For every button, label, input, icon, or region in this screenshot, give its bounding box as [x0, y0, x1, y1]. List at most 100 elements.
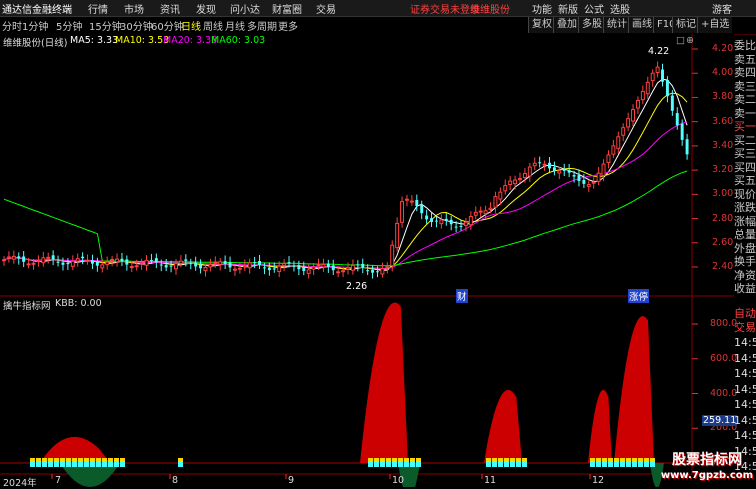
candle-body — [6, 256, 11, 259]
menu-market[interactable]: 市场 — [124, 1, 144, 16]
tab-monthly[interactable]: 月线 — [225, 18, 245, 33]
signal-block — [36, 458, 41, 462]
financial-event-badge[interactable]: 财 — [456, 289, 468, 303]
watermark-url: www.7gpzb.com — [660, 470, 754, 481]
signal-block — [386, 462, 391, 467]
signal-block — [608, 462, 613, 467]
signal-block — [48, 462, 53, 467]
tab-weekly[interactable]: 周线 — [203, 18, 223, 33]
candle-body — [164, 265, 168, 268]
candle-body — [503, 185, 508, 192]
kbb-value: KBB: 0.00 — [55, 298, 102, 309]
menu-ask[interactable]: 问小达 — [230, 1, 260, 16]
candle-body — [631, 109, 636, 122]
menu-discover[interactable]: 发现 — [196, 1, 216, 16]
signal-block — [54, 462, 59, 467]
signal-block — [492, 458, 497, 462]
signal-block — [114, 458, 119, 462]
trade-panel-label: 交易 — [734, 321, 756, 334]
candle-body — [444, 218, 448, 221]
signal-block — [108, 462, 113, 467]
candle-body — [454, 226, 458, 228]
overlay-button[interactable]: 叠加 — [553, 17, 580, 33]
menu-newversion[interactable]: 新版 — [558, 1, 578, 16]
signal-block — [78, 458, 83, 462]
tab-multi-period[interactable]: 多周期 — [247, 18, 277, 33]
candle-body — [611, 145, 616, 155]
signal-block — [410, 462, 415, 467]
signal-block — [90, 458, 95, 462]
signal-block — [96, 458, 101, 462]
candle-body — [85, 259, 90, 262]
expand-icon[interactable]: ⊕ — [686, 35, 694, 46]
candle-body — [258, 260, 262, 266]
multi-stock-button[interactable]: 多股 — [578, 17, 605, 33]
limit-up-badge[interactable]: 涨停 — [628, 289, 650, 303]
candle-body — [228, 262, 232, 268]
tab-30min[interactable]: 30分钟 — [120, 18, 153, 33]
signal-block — [108, 458, 113, 462]
tab-15min[interactable]: 15分钟 — [89, 18, 122, 33]
low-price-label: 2.26 — [346, 281, 368, 292]
candle-body — [415, 199, 419, 207]
restore-rights-button[interactable]: 复权 — [528, 17, 555, 33]
signal-block — [30, 462, 35, 467]
candle-body — [169, 265, 173, 267]
menu-stock-picker[interactable]: 选股 — [610, 1, 630, 16]
signal-block — [492, 462, 497, 467]
candle-body — [199, 264, 203, 269]
statistics-button[interactable]: 统计 — [603, 17, 630, 33]
candle-body — [253, 262, 257, 264]
add-watchlist-button[interactable]: +自选 — [697, 17, 733, 33]
tab-daily[interactable]: 日线 — [181, 18, 201, 33]
candle-body — [208, 264, 213, 268]
signal-block — [42, 462, 47, 467]
price-tick: 3.60 — [712, 115, 734, 127]
menu-formula[interactable]: 公式 — [584, 1, 604, 16]
price-tick: 4.20 — [712, 43, 734, 54]
candle-body — [105, 261, 110, 266]
candle-body — [218, 261, 223, 265]
candle-body — [434, 220, 438, 222]
draw-line-button[interactable]: 画线 — [628, 17, 655, 33]
kline-chart[interactable] — [0, 34, 734, 487]
guest-label[interactable]: 游客 — [712, 1, 732, 16]
candle-body — [493, 196, 498, 208]
candle-body — [66, 262, 70, 265]
candle-body — [2, 259, 6, 262]
candle-body — [129, 266, 134, 269]
candle-body — [661, 69, 664, 82]
signal-block — [516, 462, 521, 467]
candle-body — [154, 258, 158, 263]
candle-body — [272, 268, 276, 270]
tab-60min[interactable]: 60分钟 — [151, 18, 184, 33]
candle-body — [685, 139, 689, 155]
menu-news[interactable]: 资讯 — [160, 1, 180, 16]
candle-body — [420, 204, 424, 214]
tab-intraday[interactable]: 分时 — [2, 18, 22, 33]
maximize-icon[interactable]: □ — [676, 35, 685, 46]
signal-block — [608, 458, 613, 462]
signal-block — [644, 462, 649, 467]
candle-body — [582, 180, 586, 184]
signal-block — [504, 458, 509, 462]
candle-body — [513, 179, 518, 185]
candle-body — [31, 262, 36, 265]
candle-body — [508, 180, 513, 185]
menu-trade[interactable]: 交易 — [316, 1, 336, 16]
signal-block — [626, 458, 631, 462]
candle-body — [321, 263, 326, 268]
signal-block — [386, 458, 391, 462]
stock-period-label: 维维股份(日线) — [3, 38, 68, 49]
signal-block — [486, 462, 491, 467]
tab-1min[interactable]: 1分钟 — [22, 18, 48, 33]
menu-wealth[interactable]: 财富圈 — [272, 1, 302, 16]
tab-5min[interactable]: 5分钟 — [56, 18, 82, 33]
candle-body — [650, 72, 655, 82]
menu-quotes[interactable]: 行情 — [88, 1, 108, 16]
menu-functions[interactable]: 功能 — [532, 1, 552, 16]
candle-body — [483, 210, 488, 215]
tab-more[interactable]: 更多 — [278, 18, 298, 33]
candle-body — [409, 200, 414, 203]
mark-button[interactable]: 标记 — [672, 17, 699, 33]
